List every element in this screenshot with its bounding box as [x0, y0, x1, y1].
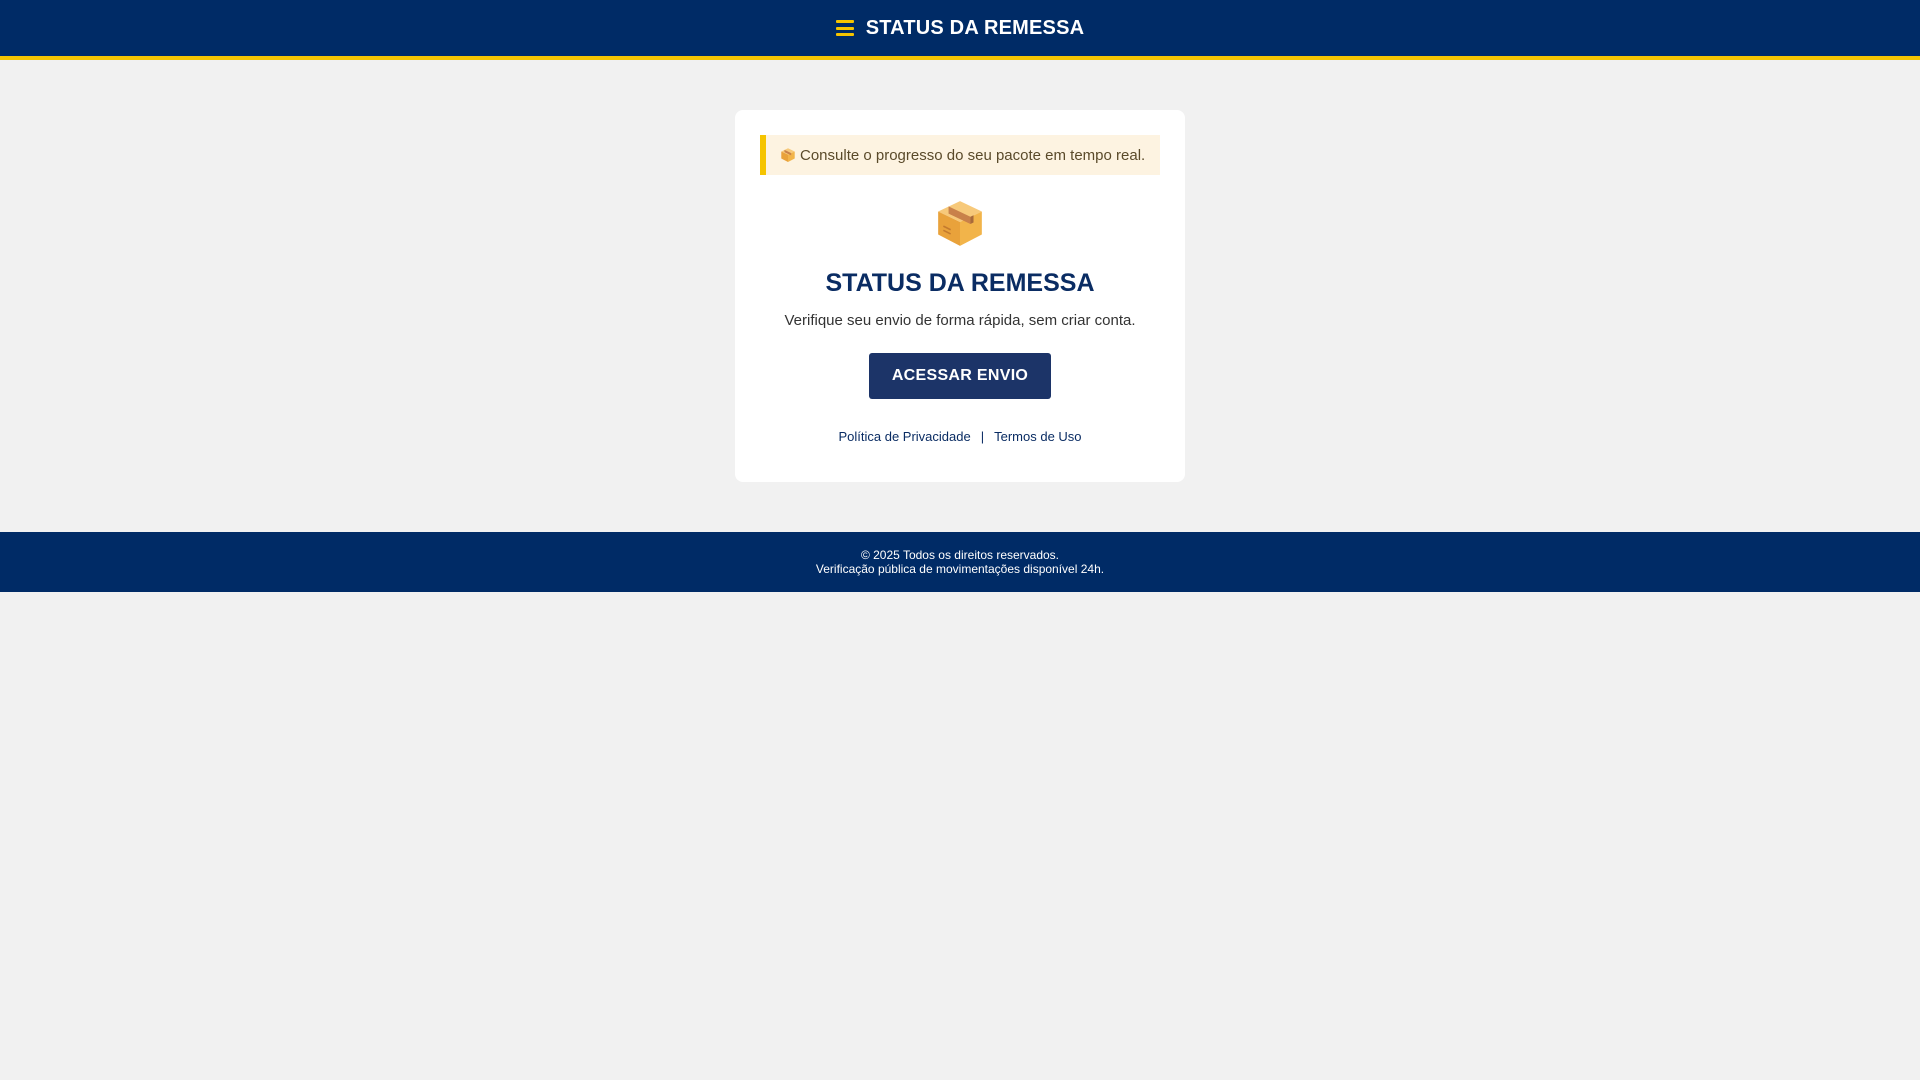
- link-separator: |: [980, 429, 985, 444]
- status-card: Consulte o progresso do seu pacote em te…: [735, 110, 1185, 482]
- header-title: STATUS DA REMESSA: [865, 16, 1085, 39]
- package-icon: [760, 197, 1160, 249]
- access-shipment-button[interactable]: ACESSAR ENVIO: [869, 353, 1051, 399]
- page-footer: © 2025 Todos os direitos reservados. Ver…: [0, 532, 1920, 592]
- card-title: STATUS DA REMESSA: [825, 269, 1095, 297]
- footer-note: Verificação pública de movimentações dis…: [815, 562, 1105, 576]
- notice-text: Consulte o progresso do seu pacote em te…: [800, 146, 1146, 164]
- terms-of-use-link[interactable]: Termos de Uso: [994, 429, 1081, 444]
- legal-links: Política de Privacidade | Termos de Uso: [760, 429, 1160, 444]
- package-icon: [780, 147, 796, 163]
- footer-copyright: © 2025 Todos os direitos reservados.: [860, 548, 1060, 562]
- card-subtitle: Verifique seu envio de forma rápida, sem…: [784, 312, 1136, 329]
- top-header: STATUS DA REMESSA: [0, 0, 1920, 60]
- privacy-policy-link[interactable]: Política de Privacidade: [838, 429, 970, 444]
- info-notice: Consulte o progresso do seu pacote em te…: [760, 135, 1160, 175]
- hamburger-menu-icon[interactable]: [835, 20, 854, 36]
